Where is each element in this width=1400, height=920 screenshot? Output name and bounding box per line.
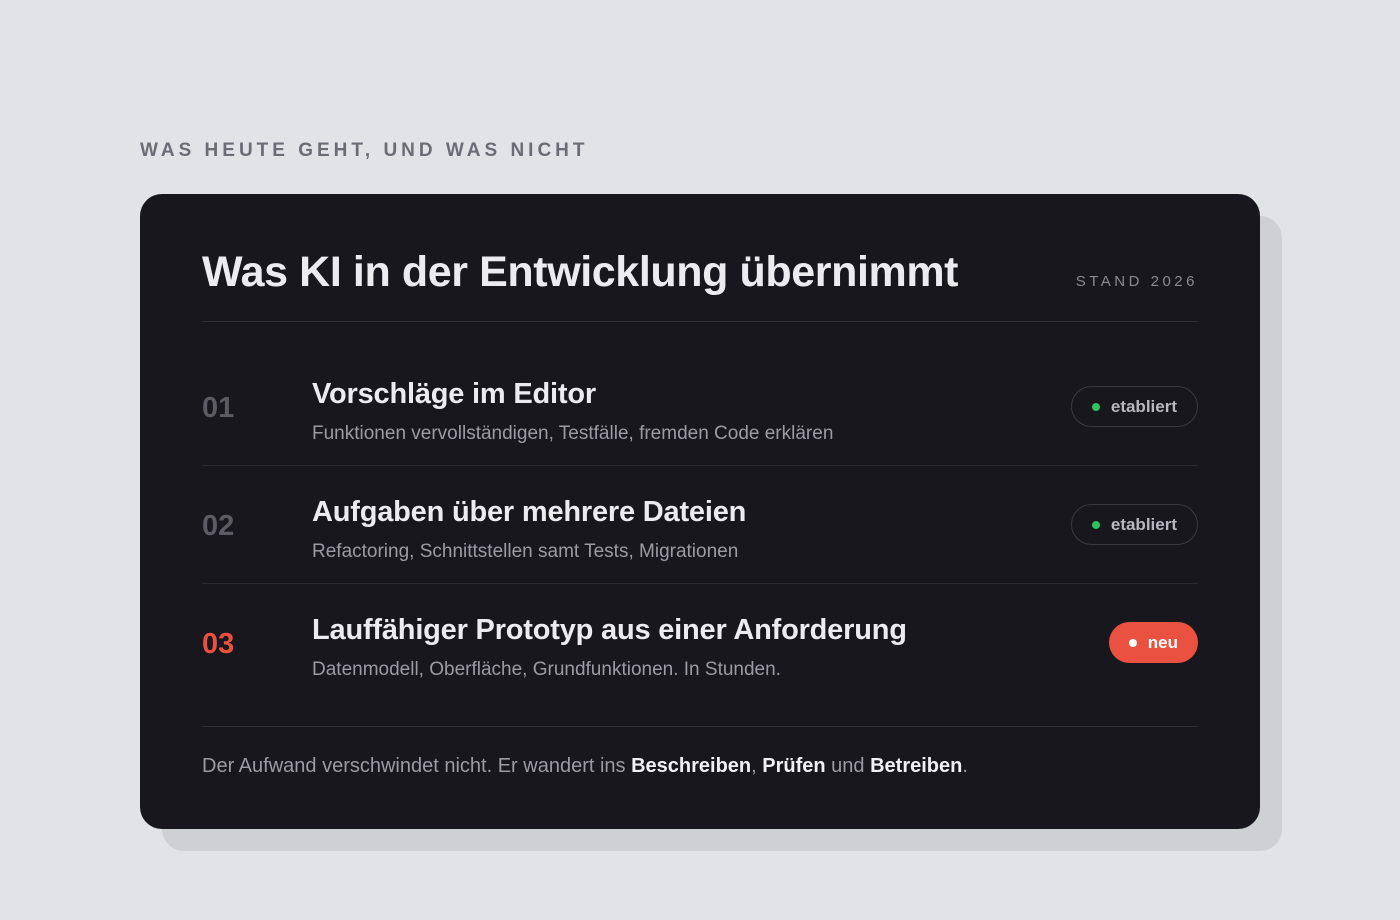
badge-label: etabliert	[1110, 514, 1177, 534]
footer-term-operate: Betreiben	[870, 755, 963, 777]
badge-label: neu	[1147, 632, 1178, 652]
footer-term-describe: Beschreiben	[631, 755, 752, 777]
info-card: Was KI in der Entwicklung übernimmt STAN…	[140, 194, 1260, 829]
row-number: 03	[202, 628, 235, 660]
footer-intro: Der Aufwand verschwindet nicht. Er wande…	[202, 755, 632, 777]
card-header: Was KI in der Entwicklung übernimmt STAN…	[202, 194, 1198, 322]
row-title: Aufgaben über mehrere Dateien	[312, 496, 747, 528]
status-badge: etabliert	[1070, 504, 1198, 545]
row-description: Refactoring, Schnittstellen samt Tests, …	[312, 541, 739, 562]
row-description: Datenmodell, Oberfläche, Grundfunktionen…	[312, 659, 781, 680]
footer-separator: und	[825, 755, 871, 777]
capability-row: 01 Vorschläge im Editor Funktionen vervo…	[202, 348, 1198, 466]
card-title: Was KI in der Entwicklung übernimmt	[202, 248, 959, 296]
section-eyebrow: WAS HEUTE GEHT, UND WAS NICHT	[140, 140, 589, 161]
row-number: 02	[202, 510, 235, 542]
footer-separator: ,	[751, 755, 763, 777]
card-footer: Der Aufwand verschwindet nicht. Er wande…	[202, 726, 1198, 777]
row-title: Vorschläge im Editor	[312, 378, 596, 410]
status-badge: etabliert	[1070, 386, 1198, 427]
status-dot-icon	[1091, 520, 1100, 529]
capability-row: 03 Lauffähiger Prototyp aus einer Anford…	[202, 584, 1198, 701]
row-number: 01	[202, 392, 235, 424]
capability-list: 01 Vorschläge im Editor Funktionen vervo…	[202, 348, 1198, 701]
status-dot-icon	[1091, 402, 1100, 411]
stand-label: STAND 2026	[1075, 273, 1198, 290]
status-dot-icon	[1128, 638, 1137, 647]
new-badge: neu	[1108, 622, 1198, 663]
row-title: Lauffähiger Prototyp aus einer Anforderu…	[312, 614, 907, 646]
row-description: Funktionen vervollständigen, Testfälle, …	[312, 423, 834, 444]
footer-term-review: Prüfen	[762, 755, 826, 777]
badge-label: etabliert	[1110, 396, 1177, 416]
capability-row: 02 Aufgaben über mehrere Dateien Refacto…	[202, 466, 1198, 584]
footer-note: Der Aufwand verschwindet nicht. Er wande…	[202, 754, 968, 778]
footer-end: .	[962, 755, 968, 777]
